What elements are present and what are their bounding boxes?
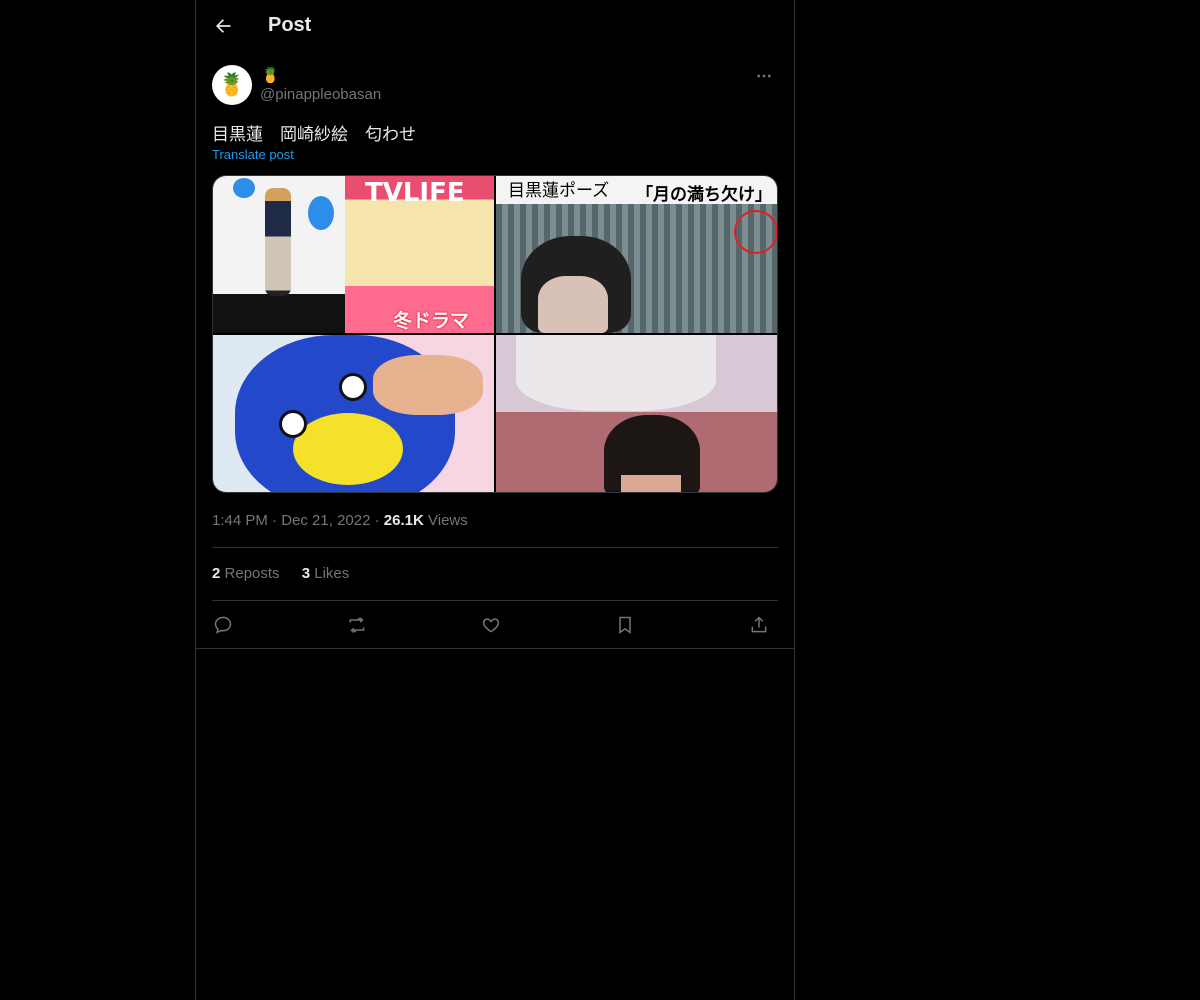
post-time[interactable]: 1:44 PM [212,512,268,529]
like-button[interactable] [478,612,504,638]
plush-beak [293,413,403,485]
meta-separator: · [272,512,278,529]
author-row: 🍍 🍍 @pinappleobasan [212,64,778,108]
action-bar [212,612,778,638]
plush-eye [339,373,367,401]
media-image-2[interactable]: 目黒蓮ポーズ 「月の満ち欠け」 [496,176,777,333]
reposts-stat[interactable]: 2 Reposts [212,565,280,582]
media-image-1[interactable]: TVLIFE 冬ドラマ [213,176,494,333]
shirt-shape [516,335,716,411]
repost-icon [349,617,365,634]
back-button[interactable] [208,11,238,41]
share-icon [751,616,767,633]
like-icon [482,618,500,633]
media-grid: TVLIFE 冬ドラマ 目黒蓮ポーズ 「月の満ち欠け」 [212,175,778,493]
media-image-3[interactable] [213,335,494,492]
hand-shape [373,355,483,415]
header: Post [196,0,794,54]
views-count: 26.1K [383,512,424,529]
reply-icon [214,616,232,634]
image-caption: 「月の満ち欠け」 [636,185,772,205]
translate-link[interactable]: Translate post [212,147,294,162]
likes-label: Likes [314,565,350,582]
reposts-count: 2 [212,565,221,582]
person-figure [265,188,291,296]
image-caption: 目黒蓮ポーズ [508,181,610,201]
reposts-label: Reposts [224,565,280,582]
repost-button[interactable] [344,612,370,638]
likes-stat[interactable]: 3 Likes [302,565,350,582]
avatar[interactable]: 🍍 [212,65,252,105]
divider [212,600,778,601]
back-arrow-icon [216,19,231,33]
share-button[interactable] [746,612,772,638]
face-shape [621,475,681,492]
instagram-panel [213,294,345,333]
divider [212,547,778,548]
bookmark-icon [619,616,631,634]
magazine-title: TVLIFE [365,178,465,208]
display-name[interactable]: 🍍 [261,66,280,84]
media-image-4[interactable] [496,335,777,492]
face-shape [538,276,608,333]
reply-button[interactable] [210,612,236,638]
balloon-shape [233,178,255,198]
meta-separator: · [374,512,380,529]
tweet-text: 目黒蓮 岡崎紗絵 匂わせ [212,125,416,145]
red-circle-annotation [734,210,777,254]
avatar-glyph: 🍍 [218,72,246,97]
more-icon [757,74,771,78]
post-date[interactable]: Dec 21, 2022 [281,512,370,529]
page-title: Post [268,14,312,36]
post-meta: 1:44 PM · Dec 21, 2022 · 26.1K Views [212,512,468,529]
engagement-stats: 2 Reposts 3 Likes [212,565,367,582]
divider [196,648,794,649]
handle[interactable]: @pinappleobasan [260,86,381,103]
likes-count: 3 [301,565,311,582]
plush-eye [279,410,307,438]
bookmark-button[interactable] [612,612,638,638]
post-column: Post 🍍 🍍 @pinappleobasan 目黒蓮 岡崎紗絵 匂わせ Tr… [195,0,795,1000]
balloon-shape [308,196,334,230]
more-button[interactable] [752,64,776,88]
views-label: Views [428,512,468,529]
magazine-banner: 冬ドラマ [393,310,470,332]
